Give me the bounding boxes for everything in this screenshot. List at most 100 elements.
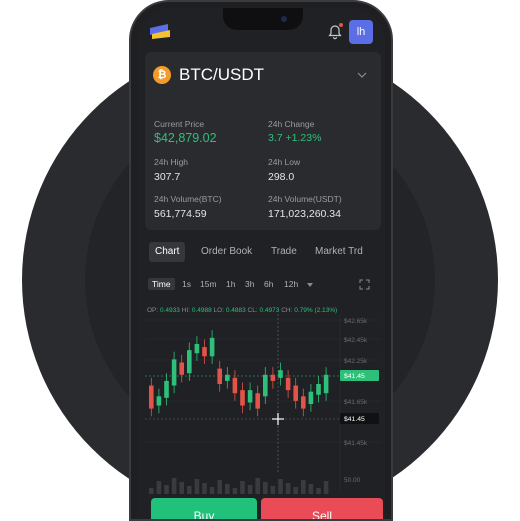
hi-label: HI:: [181, 307, 191, 314]
timeframe-1h[interactable]: 1h: [226, 279, 235, 289]
candle-body: [240, 390, 245, 406]
candle-body: [270, 374, 276, 381]
volume-bar: [293, 487, 298, 494]
volume-bar: [179, 482, 184, 494]
candle-body: [263, 374, 268, 397]
pair-selector[interactable]: BTC/USDT: [179, 65, 264, 85]
volume-bar: [217, 480, 222, 494]
timeframe-time[interactable]: Time: [148, 278, 175, 290]
low-label: 24h Low: [268, 157, 301, 167]
phone-notch: [223, 8, 303, 30]
avatar[interactable]: lh: [349, 20, 373, 44]
more-timeframes-icon[interactable]: [307, 283, 313, 287]
buy-button[interactable]: Buy: [151, 498, 257, 519]
app-logo-icon: [150, 24, 170, 39]
cl-value: 0.4973: [259, 307, 280, 314]
price-chart[interactable]: $42.65k $42.45k $42.25k $41.45 $41.65k $…: [145, 314, 381, 494]
candle-body: [187, 350, 192, 374]
timeframe-12h[interactable]: 12h: [284, 279, 298, 289]
ch-label: CH:: [281, 307, 293, 314]
view-tabs: Chart Order Book Trade Market Trd: [145, 238, 381, 266]
cl-label: CL:: [247, 307, 258, 314]
tab-order-book[interactable]: Order Book: [201, 242, 252, 262]
candle-body: [301, 396, 306, 409]
axis-tick: 50.00: [344, 477, 361, 484]
timeframe-bar: Time 1s 15m 1h 3h 6h 12h: [145, 276, 381, 294]
current-price-label: Current Price: [154, 119, 205, 129]
volume-bar: [240, 481, 245, 494]
op-label: OP:: [147, 307, 159, 314]
timeframe-15m[interactable]: 15m: [200, 279, 217, 289]
timeframe-6h[interactable]: 6h: [264, 279, 273, 289]
high-value: 307.7: [154, 171, 181, 183]
candle-body: [225, 374, 230, 381]
volume-bars-layer: [149, 478, 329, 494]
current-price-value: $42,879.02: [154, 131, 217, 145]
phone-frame: lh ₿ BTC/USDT Current Price $42,879.02 2…: [129, 0, 393, 521]
candle-body: [232, 377, 238, 394]
volume-bar: [270, 486, 276, 494]
fullscreen-icon[interactable]: [359, 279, 370, 290]
volume-bar: [263, 482, 268, 494]
volume-btc-value: 561,774.59: [154, 208, 207, 220]
volume-bar: [323, 481, 329, 494]
volume-bar: [308, 484, 314, 494]
change-value: 3.7 +1.23%: [268, 132, 322, 144]
candle-body: [217, 368, 222, 384]
volume-bar: [171, 478, 177, 494]
high-label: 24h High: [154, 157, 189, 167]
volume-bar: [285, 483, 291, 494]
tab-chart[interactable]: Chart: [149, 242, 186, 262]
volume-bar: [164, 485, 169, 494]
tab-trade[interactable]: Trade: [271, 242, 297, 262]
current-price-tag-text: $41.45: [344, 373, 365, 380]
candle-body: [308, 391, 314, 404]
sell-button[interactable]: Sell: [261, 498, 383, 519]
volume-bar: [194, 479, 200, 494]
axis-tick: $41.45k: [344, 440, 368, 447]
candle-body: [171, 359, 177, 386]
axis-tick: $42.45k: [344, 337, 368, 344]
candle-body: [194, 344, 200, 354]
volume-bar: [209, 487, 215, 494]
candle-body: [164, 380, 169, 398]
candle-body: [156, 396, 162, 406]
axis-tick: $42.25k: [344, 358, 368, 365]
volume-bar: [278, 479, 283, 494]
volume-bar: [255, 478, 260, 494]
candles-layer: [149, 330, 329, 417]
op-value: 0.4933: [160, 307, 180, 314]
app-screen: lh ₿ BTC/USDT Current Price $42,879.02 2…: [137, 8, 385, 519]
ch-value: 0.79% (2.13%): [294, 307, 338, 314]
axis-tick: $41.65k: [344, 399, 368, 406]
candle-body: [202, 347, 207, 357]
ohlc-readout: OP: 0.4933 HI: 0.4988 LO: 0.4883 CL: 0.4…: [147, 307, 337, 314]
tab-market-trades[interactable]: Market Trd: [315, 242, 363, 262]
volume-bar: [316, 488, 321, 494]
lo-label: LO:: [213, 307, 225, 314]
market-summary-card: ₿ BTC/USDT Current Price $42,879.02 24h …: [145, 52, 381, 230]
candle-body: [285, 377, 291, 391]
notification-dot: [339, 23, 343, 27]
volume-bar: [156, 481, 162, 494]
candle-body: [149, 385, 154, 409]
crosshair-price-tag-text: $41.45: [344, 416, 365, 423]
timeframe-3h[interactable]: 3h: [245, 279, 254, 289]
volume-usdt-value: 171,023,260.34: [268, 208, 341, 220]
candle-body: [209, 337, 215, 357]
lo-value: 0.4883: [225, 307, 246, 314]
volume-bar: [187, 486, 192, 494]
hi-value: 0.4988: [191, 307, 212, 314]
candle-body: [316, 384, 321, 395]
candle-body: [323, 374, 329, 394]
candle-body: [293, 385, 298, 401]
low-value: 298.0: [268, 171, 295, 183]
axis-tick: $42.65k: [344, 318, 368, 325]
volume-bar: [301, 480, 306, 494]
change-label: 24h Change: [268, 119, 315, 129]
timeframe-1s[interactable]: 1s: [182, 279, 191, 289]
chevron-down-icon[interactable]: [357, 70, 367, 80]
volume-usdt-label: 24h Volume(USDT): [268, 194, 342, 204]
camera-icon: [281, 16, 287, 22]
volume-bar: [247, 485, 253, 494]
